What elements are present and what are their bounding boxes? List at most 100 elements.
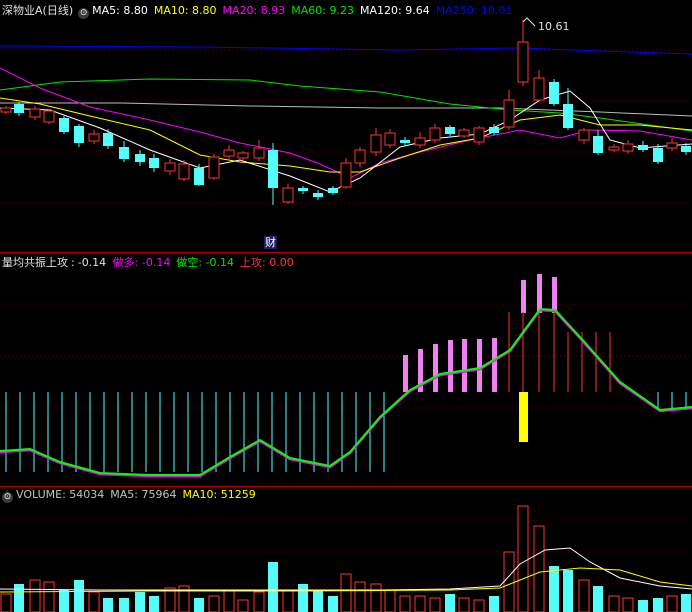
candle-body: [119, 147, 129, 159]
volume-bar: [653, 598, 663, 612]
volume-bar: [149, 596, 159, 612]
candle-body: [298, 188, 308, 191]
volume-bar: [354, 581, 366, 612]
price-header: 深物业A(日线) ⊙ MA5: 8.80 MA10: 8.80 MA20: 8.93 MA…: [2, 2, 521, 19]
attack-bar: [492, 338, 497, 392]
indicator-panel[interactable]: 量均共振上攻: -0.14 做多: -0.14 做空: -0.14 上攻: 0.00: [0, 252, 692, 486]
candle-body: [164, 162, 176, 172]
indicator-labels: 做多: -0.14 做空: -0.14 上攻: 0.00: [113, 256, 300, 269]
candle-body: [489, 127, 499, 133]
ma60-line: [0, 78, 692, 132]
volume-bar: [59, 590, 69, 612]
peak-pointer: [522, 17, 536, 27]
indicator-colon: :: [71, 256, 75, 269]
candle-body: [445, 127, 455, 134]
volume-bar: [666, 595, 678, 612]
volume-bar: [578, 579, 590, 612]
indicator-label-做多: 做多: -0.14: [112, 256, 171, 269]
volume-bar: [503, 551, 515, 612]
attack-bar: [477, 339, 482, 392]
candle-body: [503, 99, 515, 128]
candle-body: [313, 193, 323, 197]
ma-labels: MA5: 8.80 MA10: 8.80 MA20: 8.93 MA60: 9.23 M…: [92, 4, 518, 17]
volume-bar: [549, 566, 559, 612]
indicator-label-做空: 做空: -0.14: [176, 256, 235, 269]
volume-bar: [282, 589, 294, 612]
signal-bar: [519, 392, 528, 442]
volume-bar: [0, 593, 12, 612]
volume-bar: [298, 584, 308, 612]
volume-labels: VOLUME: 54034 MA5: 75964 MA10: 51259: [16, 488, 262, 501]
volume-label-ma5: MA5: 75964: [110, 488, 177, 501]
candle-body: [14, 104, 24, 113]
attack-bar: [403, 355, 408, 392]
candlestick-chart[interactable]: [0, 0, 692, 252]
volume-bar: [268, 562, 278, 612]
event-marker[interactable]: 财: [264, 236, 277, 249]
volume-bar: [328, 596, 338, 612]
volume-bar: [194, 598, 204, 612]
candle-body: [194, 168, 204, 185]
volume-header: ⊙ VOLUME: 54034 MA5: 75964 MA10: 51259: [2, 488, 265, 504]
volume-bar: [414, 595, 426, 612]
circle-dropdown-icon[interactable]: ⊙: [2, 492, 13, 503]
candle-body: [563, 104, 573, 128]
volume-bar: [237, 599, 249, 612]
ma-label-ma10: MA10: 8.80: [153, 4, 217, 17]
volume-bar: [517, 505, 529, 612]
ma-label-ma120: MA120: 9.64: [359, 4, 430, 17]
volume-bar: [473, 599, 485, 612]
candle-body: [400, 140, 410, 143]
volume-bar: [103, 598, 113, 612]
ma-label-ma60: MA60: 9.23: [291, 4, 354, 17]
candle-body: [370, 134, 382, 153]
volume-bar: [384, 589, 396, 612]
volume-bar: [622, 597, 634, 612]
candle-body: [608, 146, 620, 151]
candle-body: [223, 149, 235, 157]
attack-bar: [521, 280, 526, 313]
ma-label-ma250: MA250: 10.01: [435, 4, 513, 17]
volume-bar: [29, 579, 41, 612]
volume-chart[interactable]: [0, 486, 692, 612]
candle-body: [88, 133, 100, 142]
attack-bar: [462, 339, 467, 392]
volume-bar: [458, 597, 470, 612]
volume-bar: [445, 594, 455, 612]
candle-body: [268, 150, 278, 188]
candle-body: [354, 149, 366, 164]
peak-price-label: 10.61: [538, 20, 570, 33]
panel-divider: [0, 252, 692, 253]
volume-panel[interactable]: ⊙ VOLUME: 54034 MA5: 75964 MA10: 51259: [0, 486, 692, 612]
candle-body: [638, 145, 648, 150]
candle-body: [473, 127, 485, 143]
stock-title: 深物业A(日线): [2, 4, 74, 17]
candle-body: [549, 82, 559, 104]
candle-body: [43, 110, 55, 123]
candle-body: [458, 129, 470, 137]
candle-body: [429, 127, 441, 141]
volume-label-ma10: MA10: 51259: [182, 488, 256, 501]
indicator-title: 量均共振上攻: [2, 256, 68, 269]
attack-bar: [537, 274, 542, 313]
volume-bar: [164, 587, 176, 612]
volume-bar: [313, 590, 323, 612]
candle-body: [0, 107, 12, 113]
candle-body: [681, 146, 691, 152]
volume-bar: [399, 595, 411, 612]
volume-bar: [533, 525, 545, 612]
candle-body: [666, 142, 678, 149]
circle-dropdown-icon[interactable]: ⊙: [78, 8, 90, 19]
attack-bar: [433, 344, 438, 392]
price-panel[interactable]: 深物业A(日线) ⊙ MA5: 8.80 MA10: 8.80 MA20: 8.93 MA…: [0, 0, 692, 252]
candle-body: [253, 147, 265, 159]
volume-bar: [429, 597, 441, 612]
volume-bar: [135, 592, 145, 612]
candle-body: [384, 132, 396, 146]
indicator-value: -0.14: [77, 256, 107, 269]
candle-body: [135, 154, 145, 162]
volume-bar: [340, 573, 352, 612]
indicator-chart[interactable]: [0, 252, 692, 486]
volume-bar: [593, 586, 603, 612]
ma-label-ma20: MA20: 8.93: [222, 4, 286, 17]
